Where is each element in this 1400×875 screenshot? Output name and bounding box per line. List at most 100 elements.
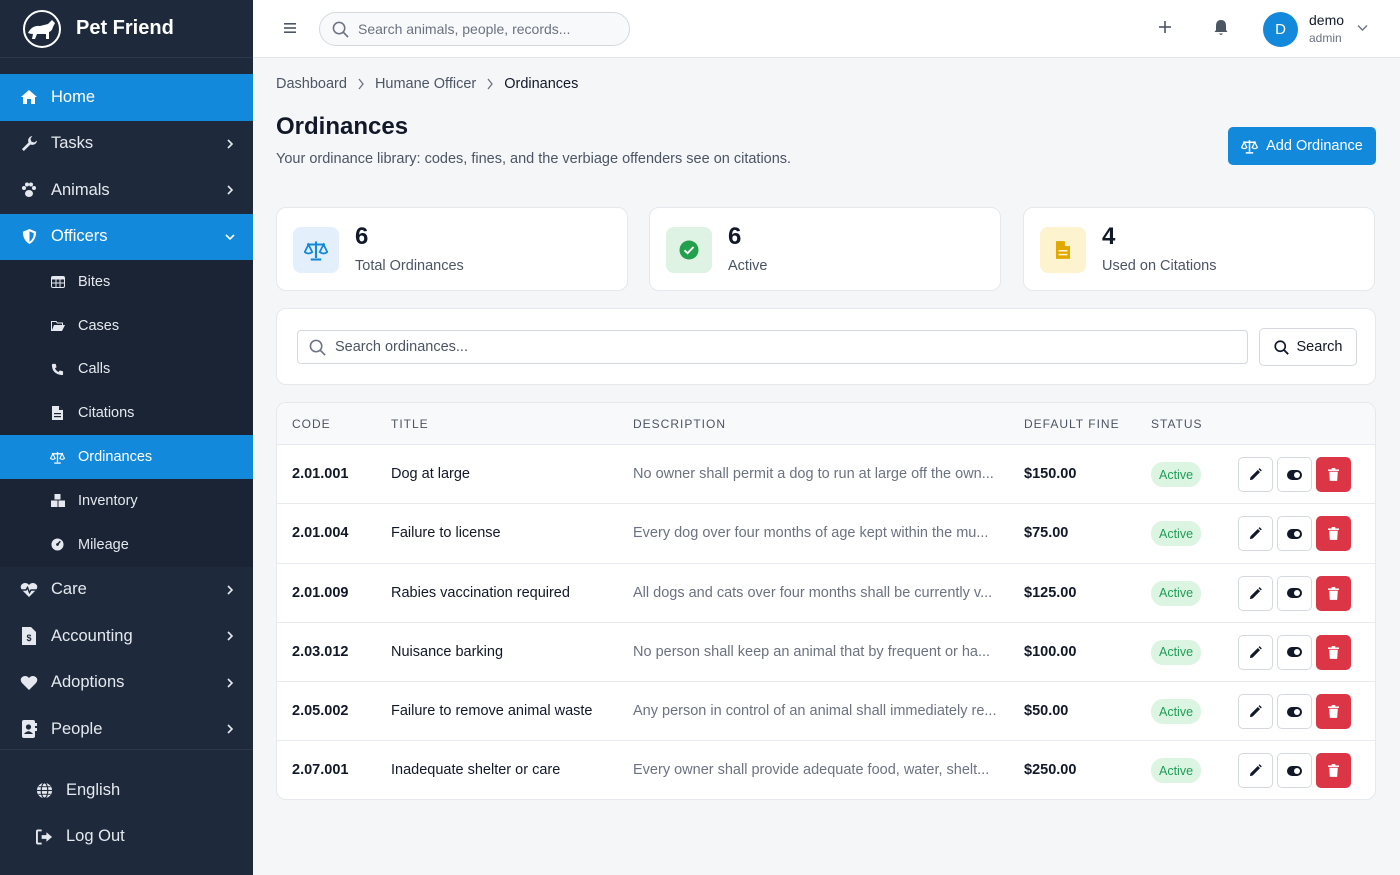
- sidebar-item-accounting[interactable]: $ Accounting: [0, 613, 253, 660]
- sidebar-item-label: Accounting: [51, 626, 133, 645]
- delete-button[interactable]: [1316, 634, 1351, 670]
- toggle-status-button[interactable]: [1277, 516, 1312, 552]
- edit-button[interactable]: [1238, 634, 1273, 670]
- sidebar-item-people[interactable]: People: [0, 706, 253, 753]
- sidebar-nav: Home Tasks Animals Officers Bites Cases: [0, 74, 253, 753]
- sidebar-item-home[interactable]: Home: [0, 74, 253, 121]
- logout-icon: [35, 828, 53, 846]
- sidebar-item-mileage[interactable]: Mileage: [0, 523, 253, 567]
- pencil-icon: [1249, 586, 1262, 599]
- column-header-code[interactable]: CODE: [292, 417, 331, 431]
- pencil-icon: [1249, 646, 1262, 658]
- sidebar-item-inventory[interactable]: Inventory: [0, 479, 253, 523]
- status-badge: Active: [1151, 639, 1202, 665]
- stat-value: 6: [728, 223, 742, 250]
- toggle-status-button[interactable]: [1277, 634, 1312, 670]
- sidebar-item-animals[interactable]: Animals: [0, 167, 253, 214]
- trash-icon: [1328, 468, 1339, 481]
- table-row[interactable]: 2.07.001 Inadequate shelter or care Ever…: [277, 741, 1375, 799]
- column-header-status[interactable]: STATUS: [1151, 417, 1203, 431]
- dog-logo-icon: [23, 9, 61, 48]
- delete-button[interactable]: [1316, 516, 1351, 552]
- toggle-status-button[interactable]: [1277, 753, 1312, 789]
- edit-button[interactable]: [1238, 753, 1273, 789]
- delete-button[interactable]: [1316, 457, 1351, 492]
- edit-button[interactable]: [1238, 575, 1273, 611]
- ordinance-title: Nuisance barking: [391, 643, 504, 660]
- delete-button[interactable]: [1316, 753, 1351, 789]
- table-row[interactable]: 2.01.004 Failure to license Every dog ov…: [277, 504, 1375, 564]
- sidebar-item-officers[interactable]: Officers: [0, 213, 253, 260]
- ordinance-code: 2.01.009: [292, 584, 349, 601]
- breadcrumb-humane-officer[interactable]: Humane Officer: [375, 76, 476, 92]
- sidebar-item-adoptions[interactable]: Adoptions: [0, 660, 253, 707]
- table-row[interactable]: 2.01.001 Dog at large No owner shall per…: [277, 445, 1375, 505]
- table-row[interactable]: 2.05.002 Failure to remove animal waste …: [277, 682, 1375, 742]
- language-selector[interactable]: English: [0, 767, 253, 814]
- stat-card-active: 6 Active: [649, 207, 1001, 291]
- ordinance-title: Failure to license: [391, 525, 501, 542]
- sidebar-item-label: Tasks: [51, 134, 94, 153]
- toggle-status-button[interactable]: [1277, 575, 1312, 611]
- scale-icon: [293, 227, 339, 273]
- edit-button[interactable]: [1238, 516, 1273, 552]
- avatar[interactable]: D: [1263, 12, 1298, 47]
- sidebar-item-citations[interactable]: Citations: [0, 391, 253, 435]
- menu-icon[interactable]: [283, 21, 297, 35]
- ordinance-title: Rabies vaccination required: [391, 584, 570, 601]
- status-badge: Active: [1151, 580, 1202, 606]
- sidebar-item-bites[interactable]: Bites: [0, 260, 253, 304]
- sidebar-item-label: Calls: [78, 361, 111, 378]
- plus-icon[interactable]: [1157, 19, 1173, 35]
- column-header-fine[interactable]: DEFAULT FINE: [1024, 417, 1120, 431]
- scale-icon: [1241, 139, 1259, 154]
- logout-label: Log Out: [66, 827, 125, 846]
- chevron-down-icon[interactable]: [1357, 24, 1368, 32]
- toggle-icon: [1287, 469, 1302, 480]
- edit-button[interactable]: [1238, 694, 1273, 730]
- sidebar-item-tasks[interactable]: Tasks: [0, 121, 253, 168]
- sidebar-item-label: Inventory: [78, 492, 138, 509]
- edit-button[interactable]: [1238, 457, 1273, 492]
- toggle-icon: [1287, 528, 1302, 539]
- shield-icon: [20, 228, 38, 246]
- contact-icon: [20, 720, 38, 739]
- global-search[interactable]: [319, 12, 630, 46]
- phone-icon: [50, 362, 65, 377]
- sidebar-item-label: Officers: [51, 227, 108, 246]
- global-search-input[interactable]: [358, 21, 608, 37]
- add-ordinance-label: Add Ordinance: [1266, 138, 1363, 154]
- add-ordinance-button[interactable]: Add Ordinance: [1228, 127, 1376, 165]
- chevron-right-icon: [358, 78, 364, 90]
- ordinance-title: Inadequate shelter or care: [391, 762, 561, 779]
- user-name[interactable]: demo: [1309, 12, 1344, 28]
- brand[interactable]: Pet Friend: [0, 0, 253, 58]
- chevron-right-icon: [227, 631, 234, 641]
- ordinance-search[interactable]: [297, 330, 1248, 364]
- toggle-status-button[interactable]: [1277, 457, 1312, 492]
- toggle-status-button[interactable]: [1277, 694, 1312, 730]
- table-row[interactable]: 2.03.012 Nuisance barking No person shal…: [277, 623, 1375, 683]
- column-header-title[interactable]: TITLE: [391, 417, 429, 431]
- column-header-description[interactable]: DESCRIPTION: [633, 417, 726, 431]
- sidebar-item-cases[interactable]: Cases: [0, 304, 253, 348]
- ordinance-description: Every dog over four months of age kept w…: [633, 525, 989, 542]
- bell-icon[interactable]: [1213, 19, 1229, 37]
- logout-button[interactable]: Log Out: [0, 814, 253, 861]
- delete-button[interactable]: [1316, 575, 1351, 611]
- stat-label: Total Ordinances: [355, 258, 464, 274]
- sidebar-item-ordinances[interactable]: Ordinances: [0, 435, 253, 479]
- ordinance-fine: $75.00: [1024, 525, 1069, 542]
- stat-value: 4: [1102, 223, 1116, 250]
- invoice-icon: $: [20, 627, 38, 646]
- sidebar-item-care[interactable]: Care: [0, 567, 253, 614]
- table-row[interactable]: 2.01.009 Rabies vaccination required All…: [277, 564, 1375, 623]
- breadcrumb-dashboard[interactable]: Dashboard: [276, 76, 347, 92]
- delete-button[interactable]: [1316, 694, 1351, 730]
- boxes-icon: [50, 493, 65, 508]
- sidebar-item-label: Home: [51, 87, 96, 106]
- ordinance-fine: $125.00: [1024, 584, 1077, 601]
- sidebar-item-calls[interactable]: Calls: [0, 348, 253, 392]
- ordinance-search-input[interactable]: [335, 339, 1215, 355]
- search-button[interactable]: Search: [1259, 328, 1357, 366]
